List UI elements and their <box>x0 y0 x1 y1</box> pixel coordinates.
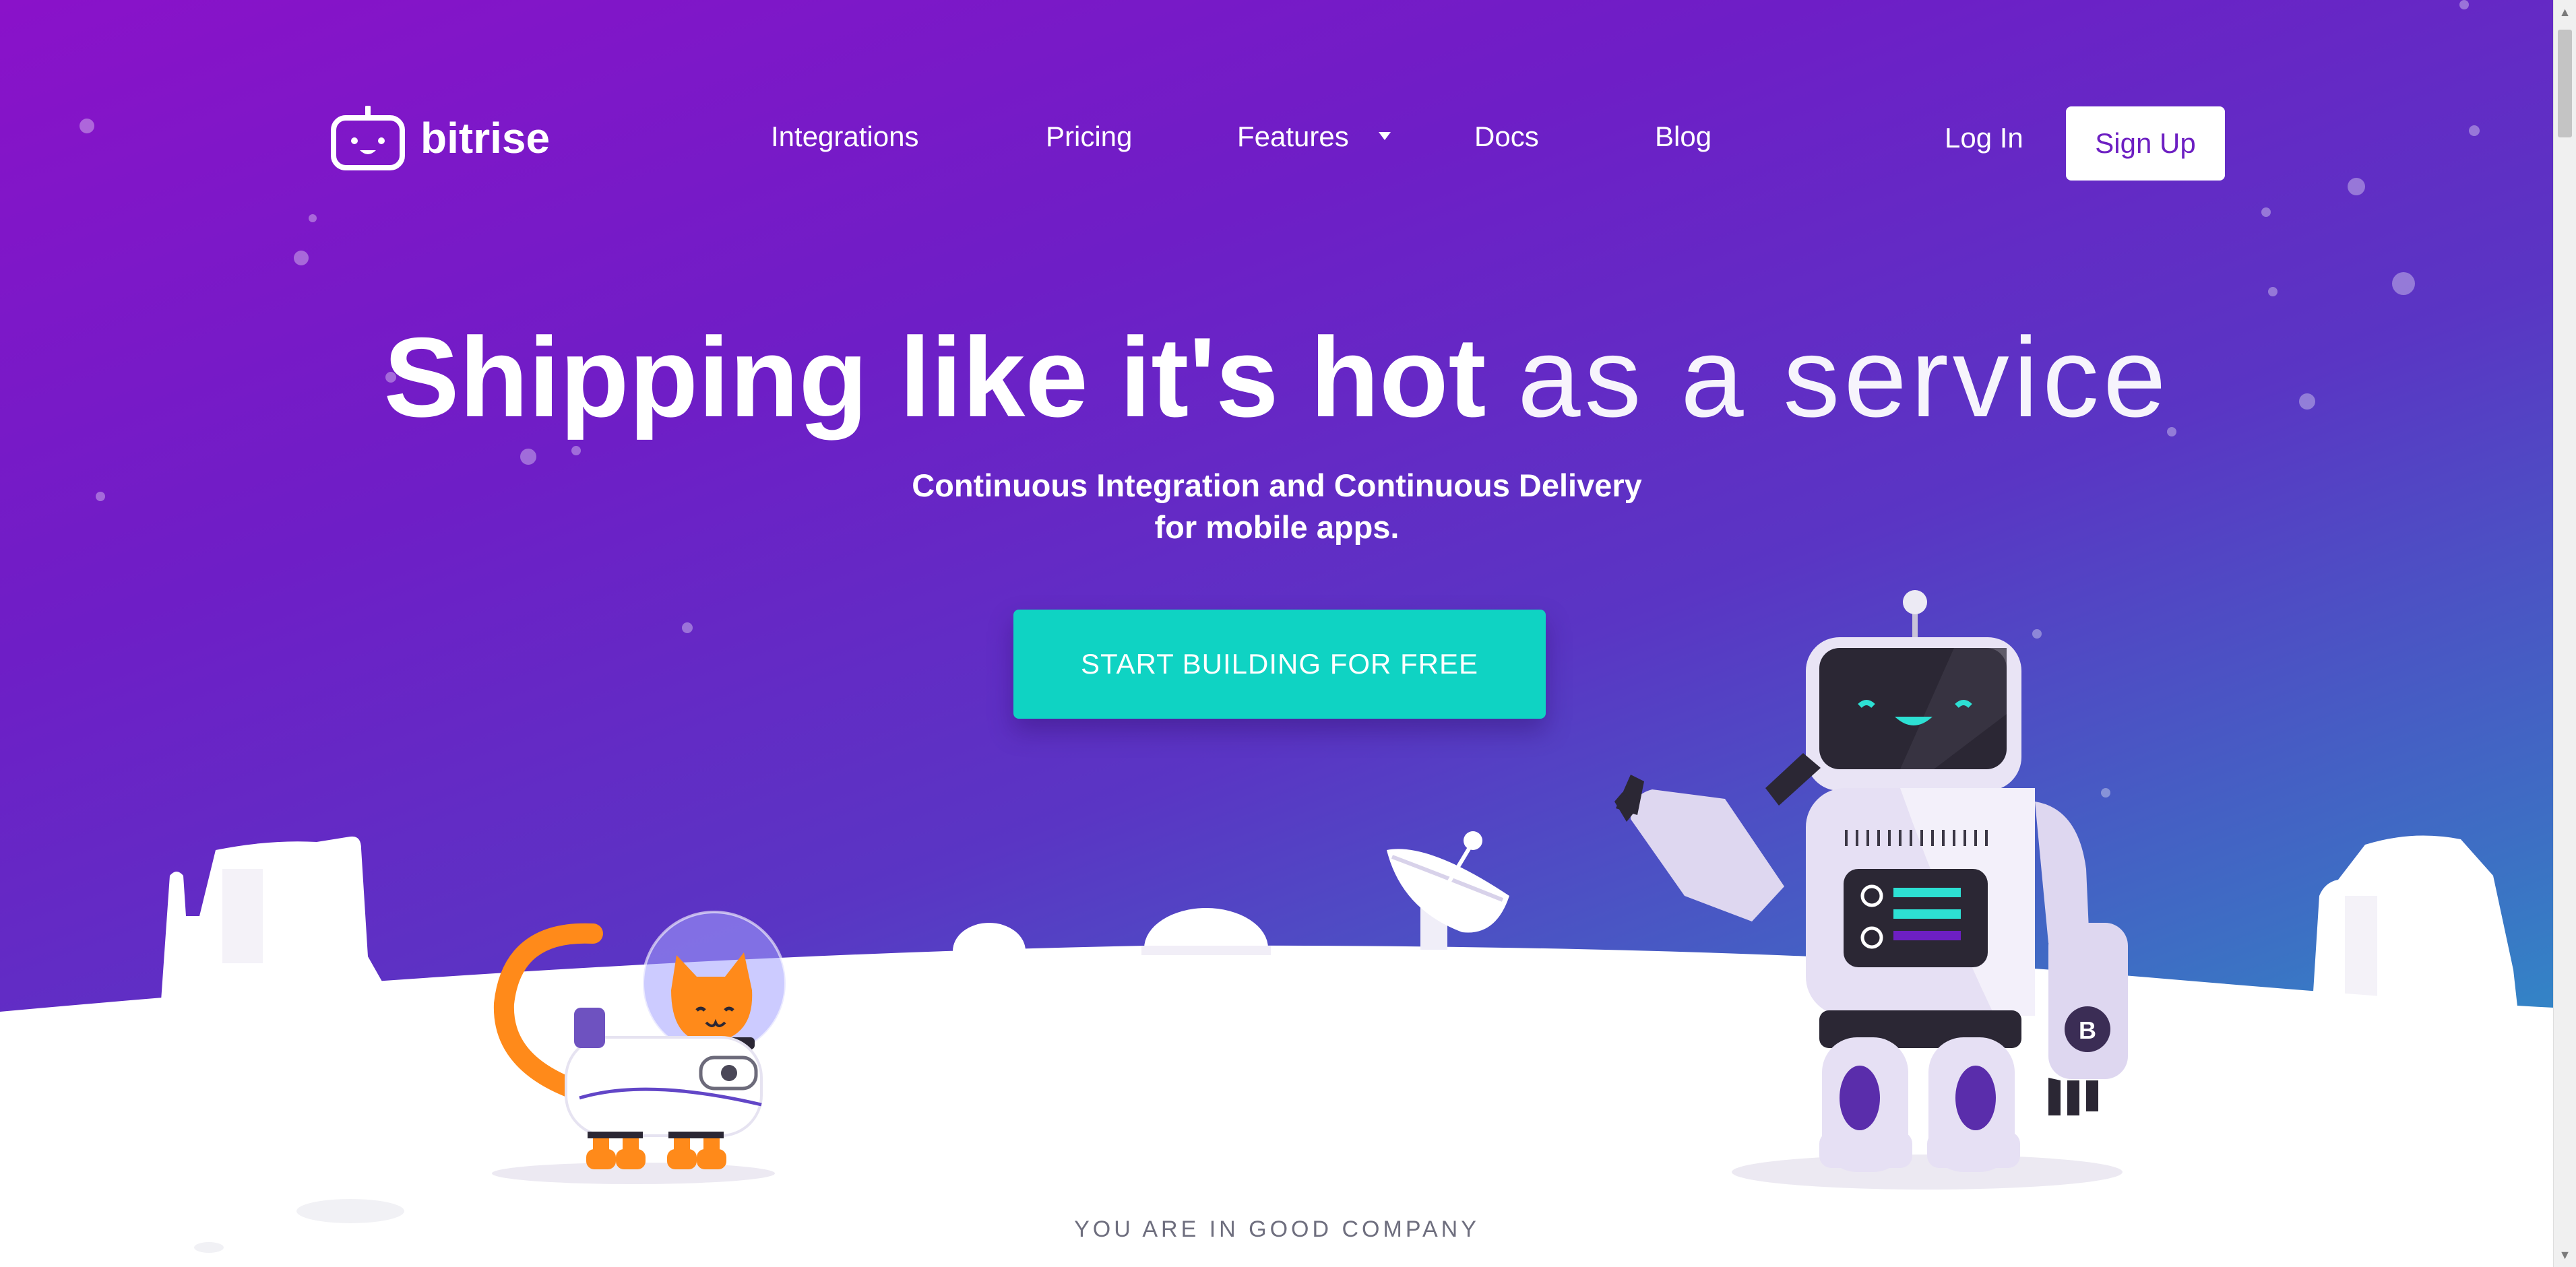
robot-badge-letter: B <box>2079 1016 2096 1044</box>
good-company-heading: YOU ARE IN GOOD COMPANY <box>1074 1216 1480 1242</box>
scrollbar[interactable]: ▲ ▼ <box>2553 0 2576 1267</box>
nav-link-pricing[interactable]: Pricing <box>1046 120 1132 154</box>
nav-link-integrations[interactable]: Integrations <box>771 120 918 154</box>
scrollbar-thumb[interactable] <box>2558 30 2572 137</box>
start-building-button[interactable]: START BUILDING FOR FREE <box>1013 610 1546 719</box>
hero-subtitle-line2: for mobile apps. <box>1154 509 1400 545</box>
logo-text: bitrise <box>420 114 551 162</box>
headline-light: as a service <box>1517 314 2170 441</box>
caret-down-icon[interactable] <box>1379 132 1391 140</box>
scroll-up-icon[interactable]: ▲ <box>2554 0 2576 24</box>
scroll-down-icon[interactable]: ▼ <box>2554 1243 2576 1267</box>
hero-headline: Shipping like it's hot as a service <box>0 317 2554 438</box>
headline-bold: Shipping like it's hot <box>383 314 1486 441</box>
nav-link-features[interactable]: Features <box>1237 120 1349 154</box>
satellite-dish-illustration <box>1387 831 1509 950</box>
nav-link-docs[interactable]: Docs <box>1474 120 1539 154</box>
nav-link-blog[interactable]: Blog <box>1655 120 1711 154</box>
signup-button[interactable]: Sign Up <box>2066 106 2225 181</box>
login-link[interactable]: Log In <box>1945 121 2023 155</box>
logo-icon <box>331 106 405 170</box>
hero-subtitle-line1: Continuous Integration and Continuous De… <box>912 467 1642 503</box>
logo[interactable]: bitrise <box>330 101 550 175</box>
